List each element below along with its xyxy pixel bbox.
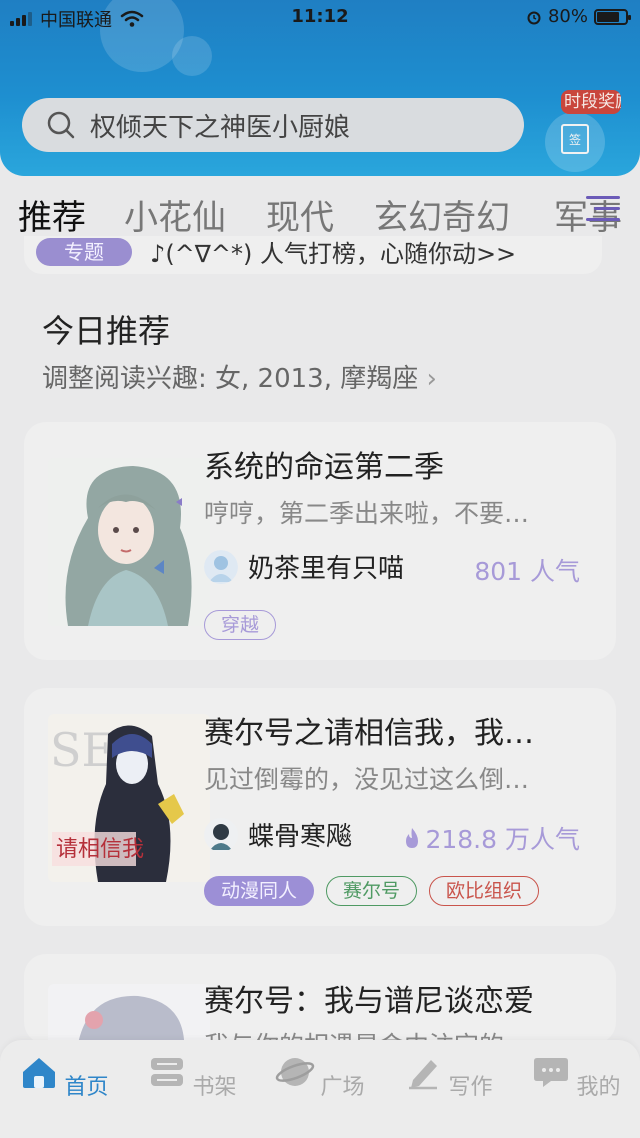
banner-text: ♪(^∇^*) 人气打榜，心随你动>> (150, 240, 517, 268)
pen-icon (409, 1060, 438, 1090)
book-card[interactable]: 赛尔号：我与谱尼谈恋爱 我与你的相遇是命中注定的 (24, 954, 616, 1044)
book-tag[interactable]: 穿越 (204, 610, 277, 640)
nav-bookshelf[interactable]: 书架 (142, 1054, 242, 1101)
bottom-nav: 首页 书架 广场 写作 我的 (0, 1040, 640, 1138)
battery-icon (594, 8, 631, 25)
book-tag[interactable]: 赛尔号 (326, 876, 418, 906)
planet-icon (276, 1058, 315, 1086)
section-title: 今日推荐 (42, 312, 171, 350)
nav-square[interactable]: 广场 (270, 1054, 370, 1101)
sign-in-reward-button[interactable]: 签 时段奖励 (545, 88, 621, 172)
book-cover: SEE 请相信我 (48, 714, 210, 882)
reward-circle: 签 (545, 112, 605, 172)
battery-percent: 80% (547, 6, 588, 27)
search-icon (47, 111, 75, 139)
status-bar: 中国联通 11:12 80% (0, 0, 640, 34)
tab-recommend[interactable]: 推荐 (18, 190, 86, 239)
gift-icon: 签 (561, 124, 589, 154)
author-name: 蝶骨寒飚 (248, 822, 353, 852)
topic-tag: 专题 (36, 238, 132, 266)
book-tag[interactable]: 欧比组织 (429, 876, 540, 906)
nav-label: 书架 (192, 1075, 237, 1100)
author-avatar (204, 817, 238, 852)
book-popularity: 218.8 万人气 (403, 820, 580, 856)
book-title: 赛尔号之请相信我，我… (204, 716, 534, 751)
book-cover (48, 458, 210, 626)
book-cover (48, 984, 210, 1044)
tab-modern[interactable]: 现代 (266, 190, 334, 239)
tab-fantasy[interactable]: 玄幻奇幻 (374, 190, 510, 239)
tab-xiaohuaxian[interactable]: 小花仙 (124, 190, 226, 239)
bookshelf-icon (151, 1058, 184, 1086)
author-avatar (204, 549, 238, 584)
nav-mine[interactable]: 我的 (526, 1054, 626, 1101)
book-author: 奶茶里有只喵 (204, 548, 404, 585)
reading-interest-link[interactable]: 调整阅读兴趣: 女, 2013, 摩羯座 › (42, 358, 437, 395)
search-placeholder: 权倾天下之神医小厨娘 (90, 112, 351, 143)
book-desc: 见过倒霉的，没见过这么倒… (204, 765, 530, 794)
popularity-value: 218.8 万人气 (425, 825, 580, 854)
alarm-icon (527, 11, 541, 24)
nav-home[interactable]: 首页 (14, 1054, 114, 1101)
chat-bubble-icon (534, 1058, 569, 1087)
nav-label: 广场 (320, 1075, 365, 1100)
book-author: 蝶骨寒飚 (204, 816, 352, 853)
book-desc: 哼哼，第二季出来啦，不要… (204, 499, 530, 528)
chevron-right-icon: › (426, 364, 437, 394)
nav-label: 我的 (576, 1075, 621, 1100)
topic-banner[interactable]: 专题 ♪(^∇^*) 人气打榜，心随你动>> (24, 236, 602, 274)
book-tag[interactable]: 动漫同人 (204, 876, 315, 906)
book-title: 系统的命运第二季 (204, 450, 444, 485)
decor-bubble (172, 36, 212, 76)
reading-interest-text: 调整阅读兴趣: 女, 2013, 摩羯座 (42, 364, 419, 394)
author-name: 奶茶里有只喵 (248, 554, 405, 584)
home-icon (23, 1058, 56, 1088)
nav-label: 首页 (64, 1075, 109, 1100)
flame-icon (406, 828, 419, 848)
search-bar[interactable]: 权倾天下之神医小厨娘 (22, 98, 524, 152)
nav-write[interactable]: 写作 (398, 1054, 498, 1101)
book-card[interactable]: SEE 请相信我 赛尔号之请相信我，我… 见过倒霉的，没见过这么倒… 蝶骨寒飚 … (24, 688, 616, 926)
nav-label: 写作 (448, 1075, 493, 1100)
book-card[interactable]: 系统的命运第二季 哼哼，第二季出来啦，不要… 奶茶里有只喵 801 人气 穿越 (24, 422, 616, 660)
book-popularity: 801 人气 (474, 557, 580, 586)
menu-icon[interactable] (586, 196, 620, 224)
book-title: 赛尔号：我与谱尼谈恋爱 (204, 984, 534, 1019)
reward-tag: 时段奖励 (561, 90, 621, 114)
svg-text:请相信我: 请相信我 (56, 837, 144, 862)
header: 中国联通 11:12 80% 权倾天下之神医小厨娘 签 时段奖励 (0, 0, 640, 176)
